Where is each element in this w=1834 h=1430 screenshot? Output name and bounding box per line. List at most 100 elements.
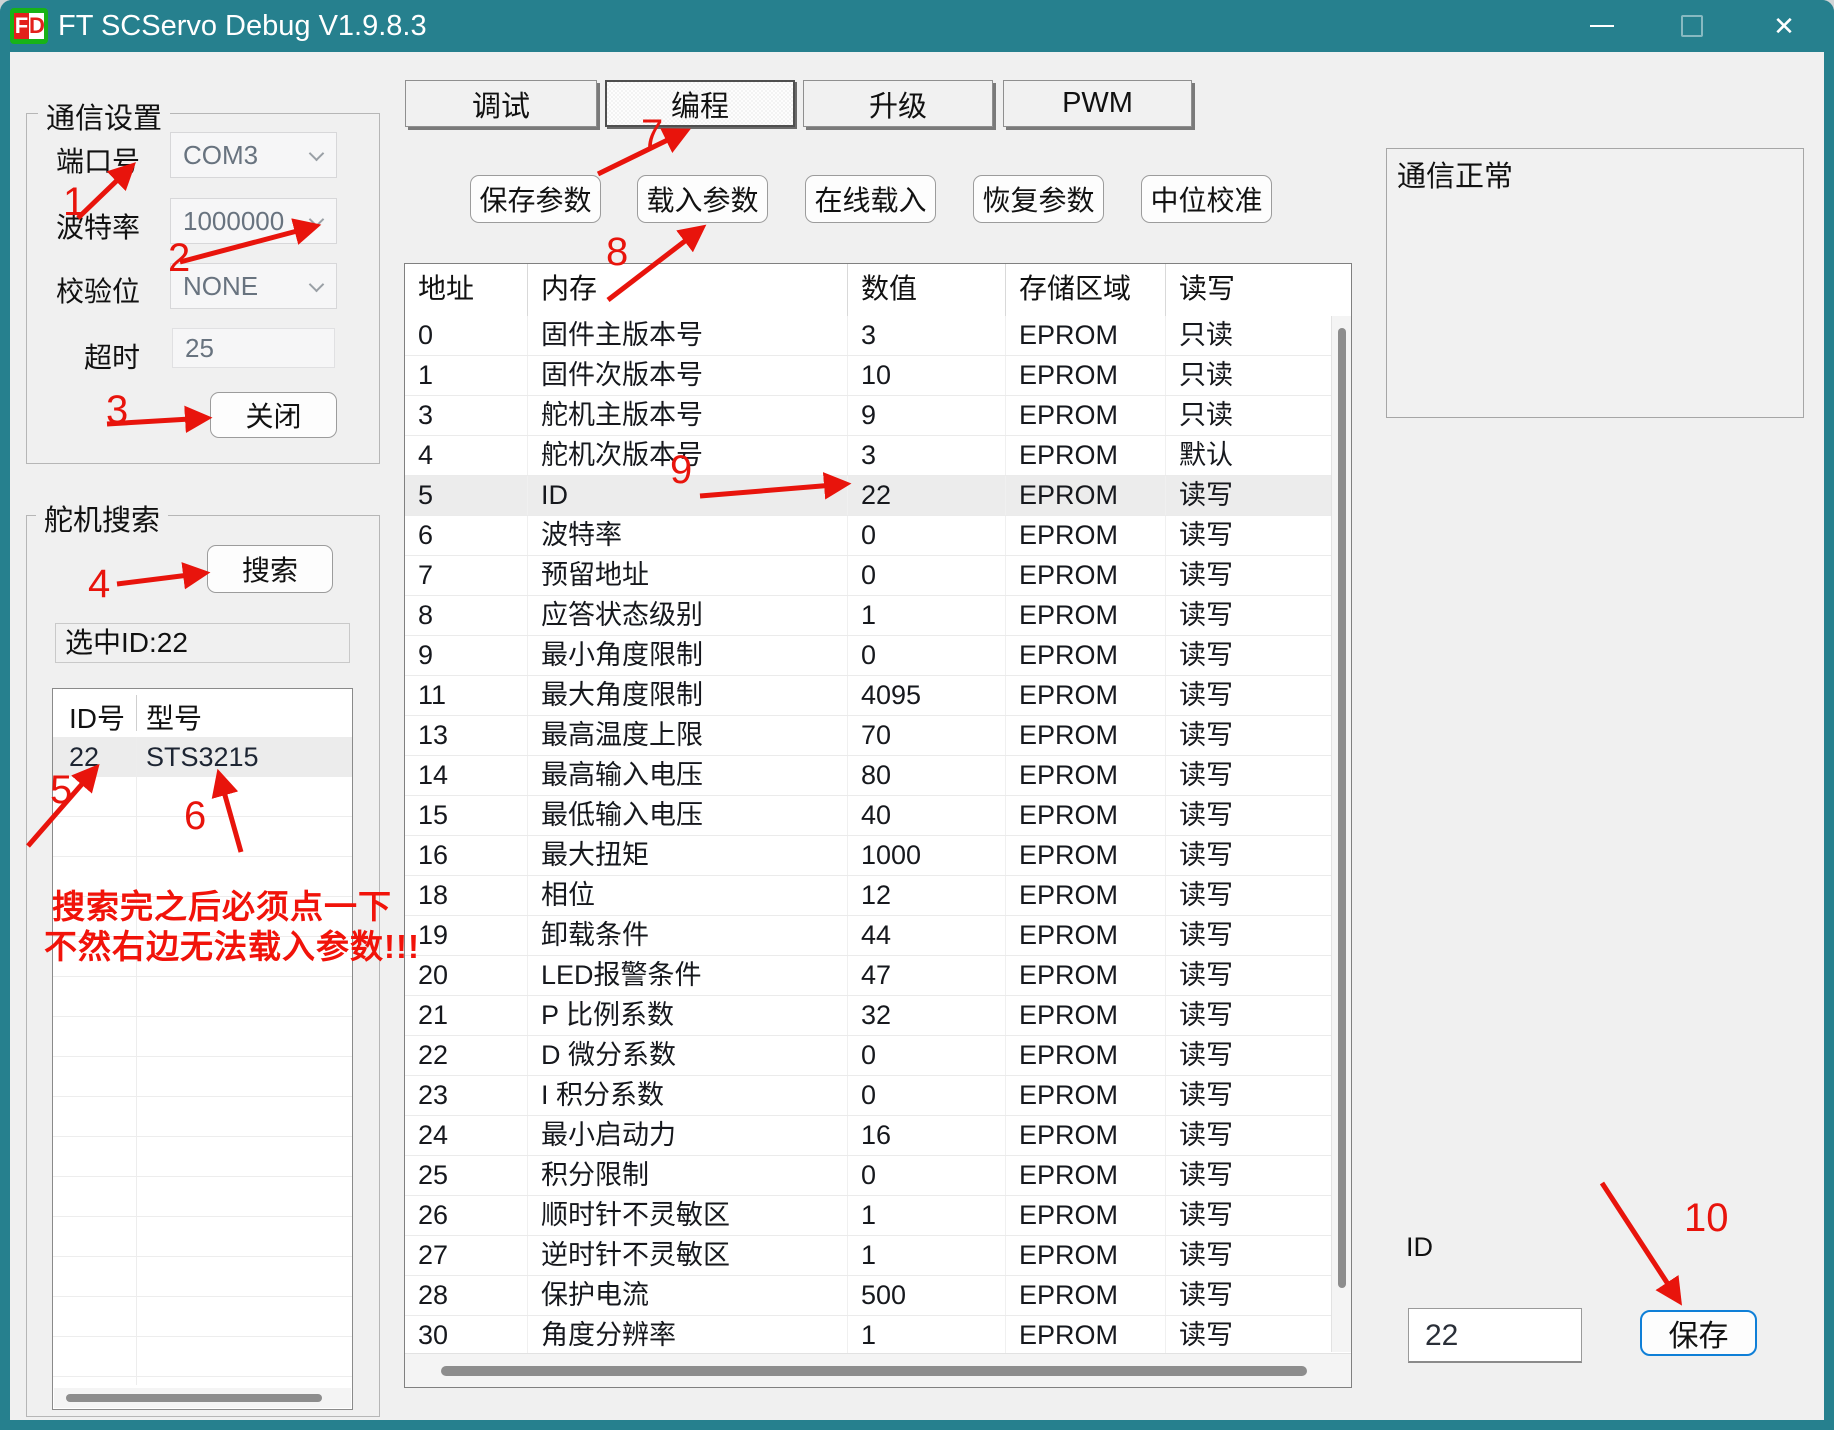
table-row[interactable]: 28保护电流500EPROM读写: [405, 1276, 1333, 1316]
table-row[interactable]: 18相位12EPROM读写: [405, 876, 1333, 916]
load-params-button[interactable]: 载入参数: [637, 175, 768, 223]
cell-value: 22: [848, 476, 1006, 515]
app-logo-icon: F D: [10, 8, 48, 44]
middle-calibration-button[interactable]: 中位校准: [1141, 175, 1272, 223]
servo-list-header: ID号 型号: [53, 689, 352, 738]
online-load-button[interactable]: 在线载入: [805, 175, 936, 223]
table-row[interactable]: 1固件次版本号10EPROM只读: [405, 356, 1333, 396]
servo-search-title: 舵机搜索: [36, 497, 168, 539]
servo-id-cell: 22: [69, 742, 99, 773]
table-row[interactable]: 25积分限制0EPROM读写: [405, 1156, 1333, 1196]
save-params-button[interactable]: 保存参数: [470, 175, 601, 223]
baudrate-combobox[interactable]: 1000000: [170, 198, 337, 244]
close-port-button[interactable]: 关闭: [210, 392, 337, 438]
cell-area: EPROM: [1006, 1316, 1166, 1355]
status-panel: 通信正常: [1386, 148, 1804, 418]
restore-params-button[interactable]: 恢复参数: [973, 175, 1104, 223]
minimize-button[interactable]: [1572, 0, 1632, 52]
cell-rw: 读写: [1166, 1276, 1333, 1315]
cell-addr: 28: [405, 1276, 528, 1315]
status-text: 通信正常: [1397, 153, 1513, 195]
cell-area: EPROM: [1006, 836, 1166, 875]
cell-value: 9: [848, 396, 1006, 435]
cell-name: 角度分辨率: [528, 1316, 848, 1355]
register-table-vscrollbar[interactable]: [1331, 316, 1351, 1352]
close-button[interactable]: ✕: [1754, 0, 1814, 52]
parity-combobox[interactable]: NONE: [170, 263, 337, 309]
servo-list-header-id: ID号: [69, 697, 125, 737]
timeout-input[interactable]: 25: [172, 328, 335, 368]
port-combobox[interactable]: COM3: [170, 132, 337, 178]
cell-addr: 23: [405, 1076, 528, 1115]
table-row[interactable]: 4舵机次版本号3EPROM默认: [405, 436, 1333, 476]
table-row[interactable]: 20LED报警条件47EPROM读写: [405, 956, 1333, 996]
tab-upgrade[interactable]: 升级: [803, 80, 993, 127]
table-row[interactable]: 0固件主版本号3EPROM只读: [405, 316, 1333, 356]
cell-rw: 读写: [1166, 716, 1333, 755]
cell-addr: 5: [405, 476, 528, 515]
cell-value: 12: [848, 876, 1006, 915]
cell-name: P 比例系数: [528, 996, 848, 1035]
search-button[interactable]: 搜索: [207, 545, 333, 593]
servo-list-hscrollbar[interactable]: [54, 1388, 351, 1408]
table-row[interactable]: 22D 微分系数0EPROM读写: [405, 1036, 1333, 1076]
table-row[interactable]: 3舵机主版本号9EPROM只读: [405, 396, 1333, 436]
table-row[interactable]: 15最低输入电压40EPROM读写: [405, 796, 1333, 836]
table-row[interactable]: 8应答状态级别1EPROM读写: [405, 596, 1333, 636]
cell-name: 顺时针不灵敏区: [528, 1196, 848, 1235]
selected-id-label: 选中ID:22: [55, 623, 350, 663]
cell-rw: 只读: [1166, 396, 1333, 435]
table-row[interactable]: 13最高温度上限70EPROM读写: [405, 716, 1333, 756]
cell-addr: 21: [405, 996, 528, 1035]
table-row[interactable]: 11最大角度限制4095EPROM读写: [405, 676, 1333, 716]
cell-name: 逆时针不灵敏区: [528, 1236, 848, 1275]
maximize-button[interactable]: [1662, 0, 1722, 52]
cell-name: 最小角度限制: [528, 636, 848, 675]
parity-label: 校验位: [22, 270, 140, 310]
cell-area: EPROM: [1006, 1276, 1166, 1315]
chevron-down-icon: [309, 146, 325, 162]
maximize-icon: [1681, 15, 1703, 37]
table-row[interactable]: 9最小角度限制0EPROM读写: [405, 636, 1333, 676]
cell-area: EPROM: [1006, 556, 1166, 595]
tab-debug[interactable]: 调试: [405, 80, 597, 127]
annotation-number-4: 4: [88, 564, 110, 604]
cell-name: D 微分系数: [528, 1036, 848, 1075]
cell-addr: 0: [405, 316, 528, 355]
table-row[interactable]: 14最高输入电压80EPROM读写: [405, 756, 1333, 796]
table-row[interactable]: 27逆时针不灵敏区1EPROM读写: [405, 1236, 1333, 1276]
table-row[interactable]: 23I 积分系数0EPROM读写: [405, 1076, 1333, 1116]
table-row[interactable]: 19卸载条件44EPROM读写: [405, 916, 1333, 956]
table-row[interactable]: 5ID22EPROM读写: [405, 476, 1333, 516]
cell-area: EPROM: [1006, 396, 1166, 435]
cell-area: EPROM: [1006, 1196, 1166, 1235]
cell-value: 16: [848, 1116, 1006, 1155]
cell-rw: 默认: [1166, 436, 1333, 475]
tab-pwm[interactable]: PWM: [1003, 80, 1192, 127]
tab-program[interactable]: 编程: [605, 80, 795, 127]
table-row[interactable]: 16最大扭矩1000EPROM读写: [405, 836, 1333, 876]
scrollbar-thumb[interactable]: [1338, 328, 1346, 1288]
cell-area: EPROM: [1006, 516, 1166, 555]
port-label: 端口号: [22, 140, 140, 180]
scrollbar-thumb[interactable]: [441, 1366, 1307, 1376]
servo-list-row[interactable]: 22 STS3215: [53, 737, 352, 777]
cell-area: EPROM: [1006, 1156, 1166, 1195]
table-row[interactable]: 26顺时针不灵敏区1EPROM读写: [405, 1196, 1333, 1236]
cell-value: 1: [848, 596, 1006, 635]
titlebar: F D FT SCServo Debug V1.9.8.3 ✕: [0, 0, 1834, 52]
save-button[interactable]: 保存: [1640, 1310, 1757, 1356]
cell-rw: 读写: [1166, 836, 1333, 875]
table-row[interactable]: 21P 比例系数32EPROM读写: [405, 996, 1333, 1036]
table-row[interactable]: 6波特率0EPROM读写: [405, 516, 1333, 556]
table-row[interactable]: 7预留地址0EPROM读写: [405, 556, 1333, 596]
table-row[interactable]: 24最小启动力16EPROM读写: [405, 1116, 1333, 1156]
register-table-body: 0固件主版本号3EPROM只读1固件次版本号10EPROM只读3舵机主版本号9E…: [405, 316, 1333, 1356]
table-row[interactable]: 30角度分辨率1EPROM读写: [405, 1316, 1333, 1356]
scrollbar-thumb[interactable]: [66, 1394, 322, 1402]
register-table-hscrollbar[interactable]: [405, 1353, 1351, 1387]
cell-value: 1: [848, 1236, 1006, 1275]
id-input[interactable]: 22: [1408, 1308, 1582, 1363]
cell-addr: 8: [405, 596, 528, 635]
logo-letter-d: D: [29, 13, 44, 39]
